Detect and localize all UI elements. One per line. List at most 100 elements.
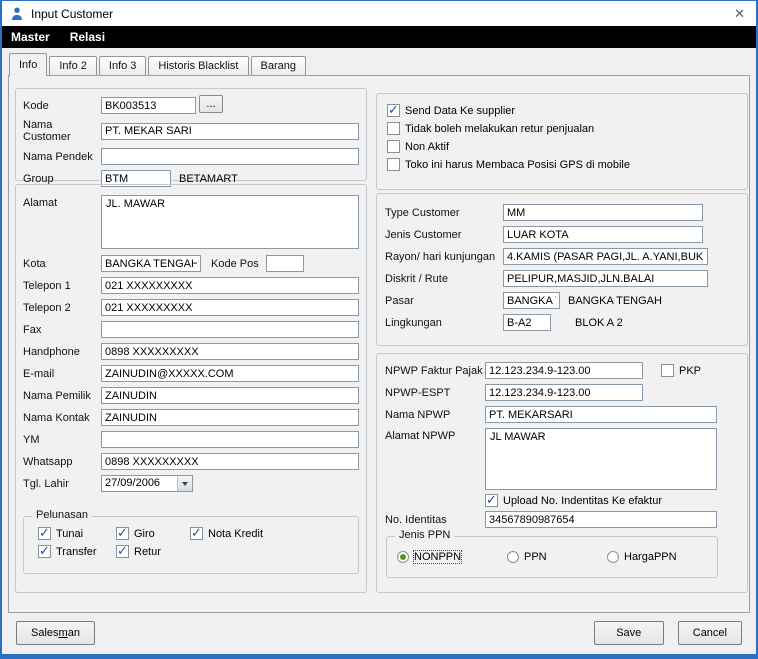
salesman-button[interactable]: Salesman: [16, 621, 95, 645]
checkbox-box: [485, 494, 498, 507]
rayon-label: Rayon/ hari kunjungan: [385, 251, 503, 263]
telepon2-input[interactable]: [101, 299, 359, 316]
checkbox-box: [387, 140, 400, 153]
jenis-customer-input[interactable]: [503, 226, 703, 243]
salesman-label-mnemonic: m: [59, 627, 68, 639]
npwp-espt-input[interactable]: [485, 384, 643, 401]
cancel-button[interactable]: Cancel: [678, 621, 742, 645]
nama-pendek-row: Nama Pendek: [23, 148, 359, 165]
npwp-faktur-label: NPWP Faktur Pajak: [385, 365, 485, 377]
tgl-lahir-dropdown[interactable]: 27/09/2006: [101, 475, 193, 492]
radio-hargappn[interactable]: HargaPPN: [607, 551, 677, 563]
kode-pos-label: Kode Pos: [211, 258, 259, 270]
lingkungan-input[interactable]: [503, 314, 551, 331]
chevron-down-icon[interactable]: [177, 476, 192, 491]
info-tab-panel: Kode ... Nama Customer Nama Pendek Group…: [8, 75, 750, 613]
nama-pendek-input[interactable]: [101, 148, 359, 165]
npwp-faktur-input[interactable]: [485, 362, 643, 379]
checkbox-tunai[interactable]: Tunai: [38, 527, 116, 540]
group-name-text: BETAMART: [179, 173, 238, 185]
radio-ppn[interactable]: PPN: [507, 551, 607, 563]
tab-historis-blacklist[interactable]: Historis Blacklist: [148, 56, 248, 75]
radio-label: HargaPPN: [624, 551, 677, 563]
handphone-input[interactable]: [101, 343, 359, 360]
fax-input[interactable]: [101, 321, 359, 338]
diskrit-label: Diskrit / Rute: [385, 273, 503, 285]
save-button[interactable]: Save: [594, 621, 664, 645]
tab-info[interactable]: Info: [9, 53, 47, 76]
nama-pemilik-row: Nama Pemilik: [23, 387, 359, 404]
menu-item-master[interactable]: Master: [9, 28, 52, 46]
radio-label: NONPPN: [414, 551, 461, 563]
footer-bar: Salesman Save Cancel: [2, 613, 756, 645]
checkbox-label: Transfer: [56, 546, 97, 558]
checkbox-send-data-supplier[interactable]: Send Data Ke supplier: [387, 104, 737, 117]
handphone-label: Handphone: [23, 346, 101, 358]
tab-info-3[interactable]: Info 3: [99, 56, 147, 75]
menu-item-relasi[interactable]: Relasi: [68, 28, 107, 46]
pasar-name-text: BANGKA TENGAH: [568, 295, 662, 307]
nama-pemilik-input[interactable]: [101, 387, 359, 404]
diskrit-input[interactable]: [503, 270, 708, 287]
tab-strip: Info Info 2 Info 3 Historis Blacklist Ba…: [2, 48, 756, 75]
checkbox-retur[interactable]: Retur: [116, 545, 190, 558]
fax-label: Fax: [23, 324, 101, 336]
lingkungan-name-text: BLOK A 2: [575, 317, 623, 329]
rayon-input[interactable]: [503, 248, 708, 265]
type-customer-input[interactable]: [503, 204, 703, 221]
tab-info-2[interactable]: Info 2: [49, 56, 97, 75]
ym-input[interactable]: [101, 431, 359, 448]
identity-groupbox: Kode ... Nama Customer Nama Pendek Group…: [15, 88, 367, 181]
alamat-npwp-textarea[interactable]: JL MAWAR: [485, 428, 717, 490]
checkbox-pkp[interactable]: PKP: [661, 364, 701, 377]
checkbox-box: [387, 122, 400, 135]
nama-customer-label: Nama Customer: [23, 119, 101, 143]
lingkungan-row: Lingkungan BLOK A 2: [385, 314, 739, 331]
telepon1-label: Telepon 1: [23, 280, 101, 292]
pasar-input[interactable]: [503, 292, 560, 309]
checkbox-gps-mobile[interactable]: Toko ini harus Membaca Posisi GPS di mob…: [387, 158, 737, 171]
classification-groupbox: Type Customer Jenis Customer Rayon/ hari…: [376, 193, 748, 346]
nama-npwp-input[interactable]: [485, 406, 717, 423]
checkbox-box: [387, 104, 400, 117]
telepon1-input[interactable]: [101, 277, 359, 294]
checkbox-label: Non Aktif: [405, 141, 449, 153]
browse-button[interactable]: ...: [199, 95, 223, 113]
checkbox-non-aktif[interactable]: Non Aktif: [387, 140, 737, 153]
no-identitas-input[interactable]: [485, 511, 717, 528]
radio-nonppn[interactable]: NONPPN: [397, 551, 507, 563]
checkbox-transfer[interactable]: Transfer: [38, 545, 116, 558]
checkbox-upload-identitas[interactable]: Upload No. Indentitas Ke efaktur: [485, 494, 739, 507]
nama-npwp-label: Nama NPWP: [385, 409, 485, 421]
checkbox-nota-kredit[interactable]: Nota Kredit: [190, 527, 358, 540]
window-title: Input Customer: [31, 7, 113, 21]
tab-barang[interactable]: Barang: [251, 56, 306, 75]
checkbox-label: Send Data Ke supplier: [405, 105, 515, 117]
jenis-ppn-groupbox: Jenis PPN NONPPN PPN HargaPPN: [386, 536, 718, 578]
checkbox-box: [38, 527, 51, 540]
no-identitas-label: No. Identitas: [385, 514, 485, 526]
whatsapp-input[interactable]: [101, 453, 359, 470]
nama-pendek-label: Nama Pendek: [23, 151, 101, 163]
alamat-textarea[interactable]: JL. MAWAR: [101, 195, 359, 249]
fax-row: Fax: [23, 321, 359, 338]
nama-kontak-input[interactable]: [101, 409, 359, 426]
kota-input[interactable]: [101, 255, 201, 272]
rayon-row: Rayon/ hari kunjungan: [385, 248, 739, 265]
title-bar: Input Customer ✕: [2, 1, 756, 26]
close-icon[interactable]: ✕: [723, 6, 756, 22]
telepon2-row: Telepon 2: [23, 299, 359, 316]
salesman-label-pre: Sales: [31, 627, 59, 639]
telepon2-label: Telepon 2: [23, 302, 101, 314]
checkbox-box: [190, 527, 203, 540]
pelunasan-title: Pelunasan: [32, 509, 92, 521]
email-input[interactable]: [101, 365, 359, 382]
telepon1-row: Telepon 1: [23, 277, 359, 294]
pasar-label: Pasar: [385, 295, 503, 307]
checkbox-giro[interactable]: Giro: [116, 527, 190, 540]
checkbox-tidak-boleh-retur[interactable]: Tidak boleh melakukan retur penjualan: [387, 122, 737, 135]
kode-input[interactable]: [101, 97, 196, 114]
menu-bar: Master Relasi: [2, 26, 756, 48]
kode-pos-input[interactable]: [266, 255, 304, 272]
nama-customer-input[interactable]: [101, 123, 359, 140]
